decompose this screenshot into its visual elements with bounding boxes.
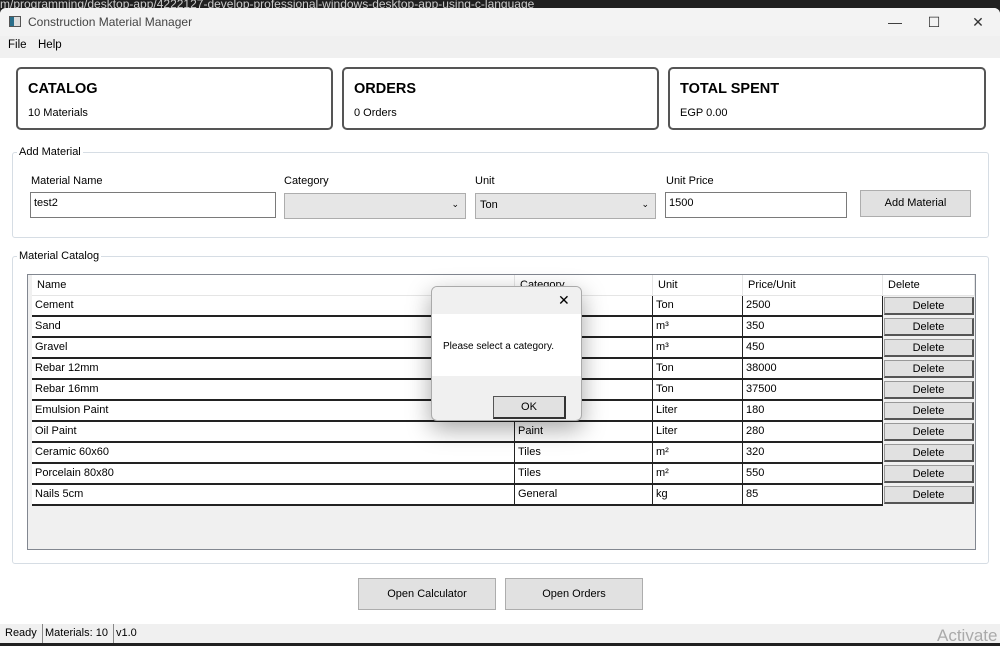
delete-button[interactable]: Delete (884, 360, 974, 378)
cell-unit: Ton (653, 296, 743, 317)
delete-button[interactable]: Delete (884, 444, 974, 462)
chevron-down-icon: ⌄ (451, 199, 459, 209)
open-orders-button[interactable]: Open Orders (505, 578, 643, 610)
app-icon (9, 16, 21, 27)
cell-unit: Ton (653, 359, 743, 380)
delete-button[interactable]: Delete (884, 318, 974, 336)
minimize-button[interactable]: — (880, 12, 910, 32)
cell-price: 320 (743, 443, 883, 464)
cell-unit: Liter (653, 401, 743, 422)
card-title: CATALOG (28, 81, 98, 97)
table-row[interactable]: Nails 5cm General kg 85 Delete (32, 485, 974, 506)
status-ready: Ready (0, 624, 43, 643)
delete-button[interactable]: Delete (884, 486, 974, 504)
material-name-label: Material Name (31, 175, 103, 187)
card-value: 0 Orders (354, 107, 397, 119)
status-version: v1.0 (116, 627, 137, 639)
menu-help[interactable]: Help (38, 39, 62, 51)
unit-label: Unit (475, 175, 495, 187)
card-title: ORDERS (354, 81, 417, 97)
column-header-price[interactable]: Price/Unit (743, 275, 883, 296)
cell-category: General (515, 485, 653, 506)
cell-price: 2500 (743, 296, 883, 317)
card-value: EGP 0.00 (680, 107, 728, 119)
cell-unit: Liter (653, 422, 743, 443)
card-value: 10 Materials (28, 107, 88, 119)
cell-unit: m³ (653, 317, 743, 338)
delete-button[interactable]: Delete (884, 381, 974, 399)
cell-price: 550 (743, 464, 883, 485)
status-materials: Materials: 10 (40, 624, 114, 643)
cell-price: 38000 (743, 359, 883, 380)
dialog-message: Please select a category. (443, 341, 554, 352)
table-row[interactable]: Oil Paint Paint Liter 280 Delete (32, 422, 974, 443)
close-button[interactable]: ✕ (963, 12, 993, 32)
delete-button[interactable]: Delete (884, 423, 974, 441)
cell-unit: kg (653, 485, 743, 506)
delete-button[interactable]: Delete (884, 465, 974, 483)
cell-name: Oil Paint (32, 422, 515, 443)
window-title: Construction Material Manager (28, 15, 193, 29)
cell-name: Nails 5cm (32, 485, 515, 506)
maximize-button[interactable]: ☐ (919, 12, 949, 32)
add-material-button[interactable]: Add Material (860, 190, 971, 217)
category-label: Category (284, 175, 329, 187)
group-label: Material Catalog (19, 250, 100, 262)
cell-unit: m² (653, 464, 743, 485)
cell-price: 450 (743, 338, 883, 359)
status-bar: Ready Materials: 10 v1.0 Activate (0, 624, 1000, 645)
total-spent-card: TOTAL SPENT EGP 0.00 (668, 67, 986, 130)
cell-unit: m² (653, 443, 743, 464)
chevron-down-icon: ⌄ (641, 199, 649, 209)
card-title: TOTAL SPENT (680, 81, 780, 97)
group-label: Add Material (19, 146, 81, 158)
cell-price: 350 (743, 317, 883, 338)
activate-watermark: Activate (937, 626, 998, 645)
cell-name: Ceramic 60x60 (32, 443, 515, 464)
message-dialog: ✕ Please select a category. OK (431, 286, 582, 421)
title-bar: Construction Material Manager — ☐ ✕ (0, 8, 1000, 36)
catalog-card: CATALOG 10 Materials (16, 67, 333, 130)
delete-button[interactable]: Delete (884, 402, 974, 420)
cell-price: 180 (743, 401, 883, 422)
cell-price: 280 (743, 422, 883, 443)
column-header-delete[interactable]: Delete (883, 275, 975, 296)
table-row[interactable]: Ceramic 60x60 Tiles m² 320 Delete (32, 443, 974, 464)
unit-price-input[interactable]: 1500 (665, 192, 847, 218)
orders-card: ORDERS 0 Orders (342, 67, 659, 130)
cell-unit: Ton (653, 380, 743, 401)
dialog-ok-button[interactable]: OK (493, 396, 566, 419)
cell-price: 85 (743, 485, 883, 506)
cell-unit: m³ (653, 338, 743, 359)
menu-file[interactable]: File (8, 39, 27, 51)
table-row[interactable]: Porcelain 80x80 Tiles m² 550 Delete (32, 464, 974, 485)
category-combo[interactable]: ⌄ (284, 193, 466, 219)
unit-price-label: Unit Price (666, 175, 714, 187)
open-calculator-button[interactable]: Open Calculator (358, 578, 496, 610)
dialog-close-icon[interactable]: ✕ (558, 292, 570, 309)
column-header-unit[interactable]: Unit (653, 275, 743, 296)
cell-category: Paint (515, 422, 653, 443)
unit-combo[interactable]: Ton ⌄ (475, 193, 656, 219)
cell-category: Tiles (515, 443, 653, 464)
cell-name: Porcelain 80x80 (32, 464, 515, 485)
delete-button[interactable]: Delete (884, 339, 974, 357)
app-window: Construction Material Manager — ☐ ✕ File… (0, 8, 1000, 645)
delete-button[interactable]: Delete (884, 297, 974, 315)
combo-value: Ton (480, 199, 498, 211)
menu-bar: File Help (0, 36, 1000, 58)
cell-category: Tiles (515, 464, 653, 485)
material-name-input[interactable]: test2 (30, 192, 276, 218)
cell-price: 37500 (743, 380, 883, 401)
